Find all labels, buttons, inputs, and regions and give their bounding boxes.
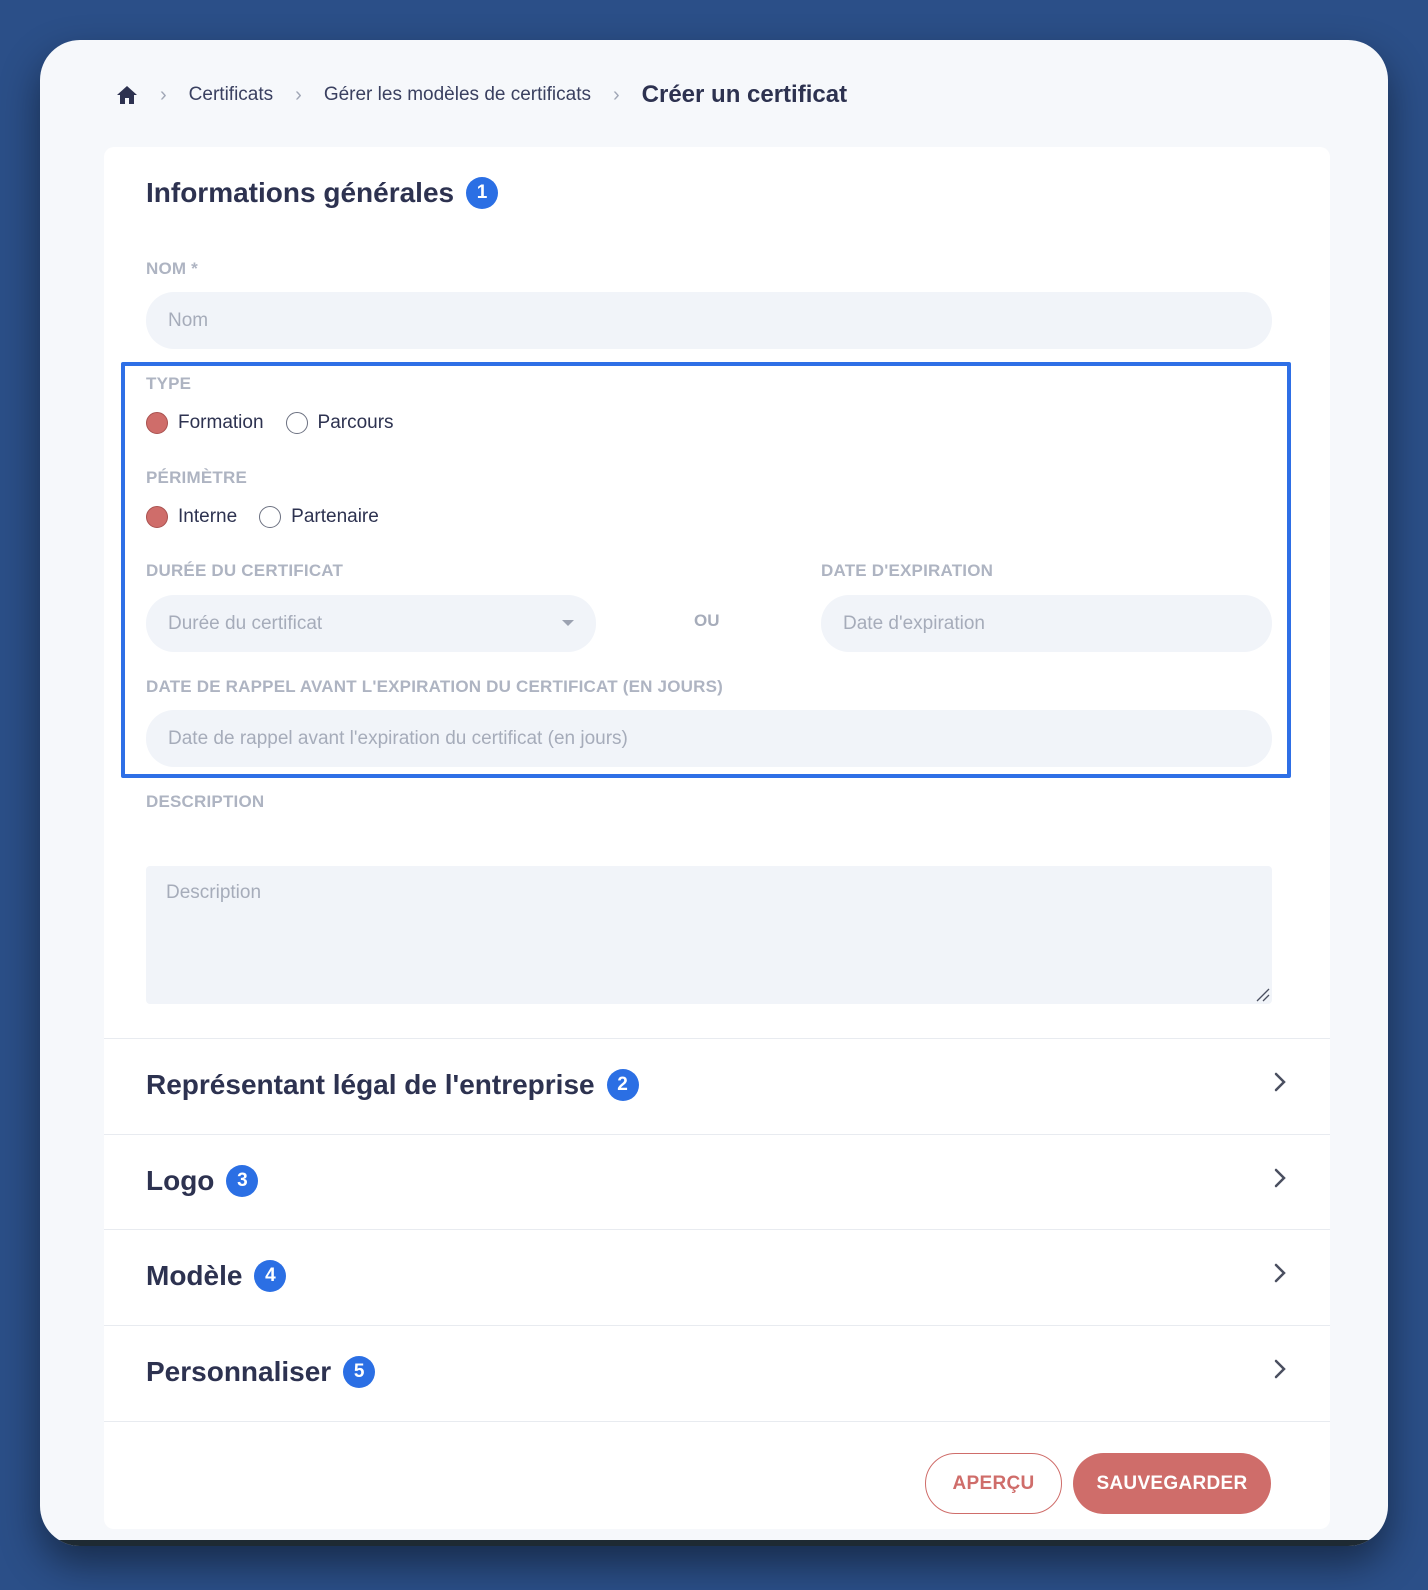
section-template-header: Modèle 4 (146, 1260, 287, 1292)
form-card: Informations générales 1 NOM * Nom TYPE … (104, 147, 1330, 1529)
scope-radio-group: Interne Partenaire (146, 506, 401, 528)
save-button[interactable]: SAUVEGARDER (1073, 1453, 1271, 1514)
radio-interne[interactable]: Interne (146, 506, 237, 528)
description-placeholder: Description (166, 882, 262, 903)
section-legal-representative-header: Représentant légal de l'entreprise 2 (146, 1069, 639, 1101)
preview-button[interactable]: APERÇU (925, 1453, 1062, 1514)
divider (104, 1421, 1330, 1422)
section-logo[interactable]: Logo 3 (104, 1134, 1330, 1230)
breadcrumb-manage-templates[interactable]: Gérer les modèles de certificats (324, 84, 591, 106)
chevron-right-icon[interactable] (1272, 1071, 1288, 1093)
reminder-placeholder: Date de rappel avant l'expiration du cer… (168, 727, 628, 749)
type-label: TYPE (146, 374, 192, 393)
step-badge-4: 4 (254, 1260, 287, 1292)
radio-partenaire-label: Partenaire (291, 506, 379, 527)
chevron-right-icon[interactable] (1272, 1262, 1288, 1284)
name-placeholder: Nom (168, 309, 209, 331)
reminder-input[interactable]: Date de rappel avant l'expiration du cer… (146, 710, 1272, 767)
radio-formation-label: Formation (178, 412, 264, 433)
page-title: Créer un certificat (641, 81, 848, 108)
breadcrumb-separator-icon: › (295, 83, 302, 106)
radio-interne-label: Interne (178, 506, 238, 527)
reminder-label: DATE DE RAPPEL AVANT L'EXPIRATION DU CER… (146, 677, 723, 696)
section-template[interactable]: Modèle 4 (104, 1229, 1330, 1325)
chevron-right-icon[interactable] (1272, 1167, 1288, 1189)
radio-parcours[interactable]: Parcours (285, 412, 394, 434)
radio-unchecked-icon (285, 412, 308, 434)
type-radio-group: Formation Parcours (146, 412, 416, 434)
radio-partenaire[interactable]: Partenaire (259, 506, 379, 528)
section-customize-header: Personnaliser 5 (146, 1356, 376, 1388)
step-badge-5: 5 (343, 1356, 376, 1388)
expiration-date-input[interactable]: Date d'expiration (821, 595, 1272, 652)
window-bottom-edge (40, 1540, 1388, 1546)
step-badge-2: 2 (606, 1069, 639, 1101)
radio-checked-icon (146, 412, 168, 434)
section-general-title: Informations générales (146, 177, 455, 208)
breadcrumb-certificats[interactable]: Certificats (189, 84, 273, 106)
duration-label: DURÉE DU CERTIFICAT (146, 561, 344, 580)
app-window: › Certificats › Gérer les modèles de cer… (40, 40, 1388, 1546)
breadcrumb: › Certificats › Gérer les modèles de cer… (116, 80, 847, 110)
step-badge-3: 3 (226, 1165, 259, 1197)
expiration-placeholder: Date d'expiration (843, 612, 985, 634)
name-input[interactable]: Nom (146, 292, 1272, 349)
breadcrumb-separator-icon: › (612, 83, 620, 106)
section-customize-title: Personnaliser (146, 1356, 332, 1387)
section-general-header[interactable]: Informations générales 1 (146, 177, 499, 209)
section-legal-representative-title: Représentant légal de l'entreprise (146, 1069, 595, 1100)
description-textarea[interactable]: Description (146, 866, 1272, 1004)
breadcrumb-separator-icon: › (160, 83, 167, 106)
caret-down-icon (562, 620, 574, 626)
duration-select[interactable]: Durée du certificat (146, 595, 596, 652)
section-legal-representative[interactable]: Représentant légal de l'entreprise 2 (104, 1038, 1330, 1134)
home-icon[interactable] (116, 84, 138, 106)
or-separator: OU (694, 611, 720, 630)
section-logo-header: Logo 3 (146, 1165, 259, 1197)
section-logo-title: Logo (146, 1165, 215, 1196)
scope-label: PÉRIMÈTRE (146, 468, 247, 487)
expiration-label: DATE D'EXPIRATION (821, 561, 994, 580)
radio-checked-icon (146, 506, 168, 528)
duration-placeholder: Durée du certificat (168, 612, 323, 634)
chevron-right-icon[interactable] (1272, 1358, 1288, 1380)
name-label: NOM * (146, 259, 198, 278)
resize-handle-icon[interactable] (1254, 986, 1270, 1002)
description-label: DESCRIPTION (146, 792, 265, 811)
section-customize[interactable]: Personnaliser 5 (104, 1325, 1330, 1421)
step-badge-1: 1 (466, 177, 499, 209)
section-template-title: Modèle (146, 1260, 243, 1291)
radio-parcours-label: Parcours (317, 412, 394, 433)
radio-formation[interactable]: Formation (146, 412, 264, 434)
radio-unchecked-icon (259, 506, 282, 528)
